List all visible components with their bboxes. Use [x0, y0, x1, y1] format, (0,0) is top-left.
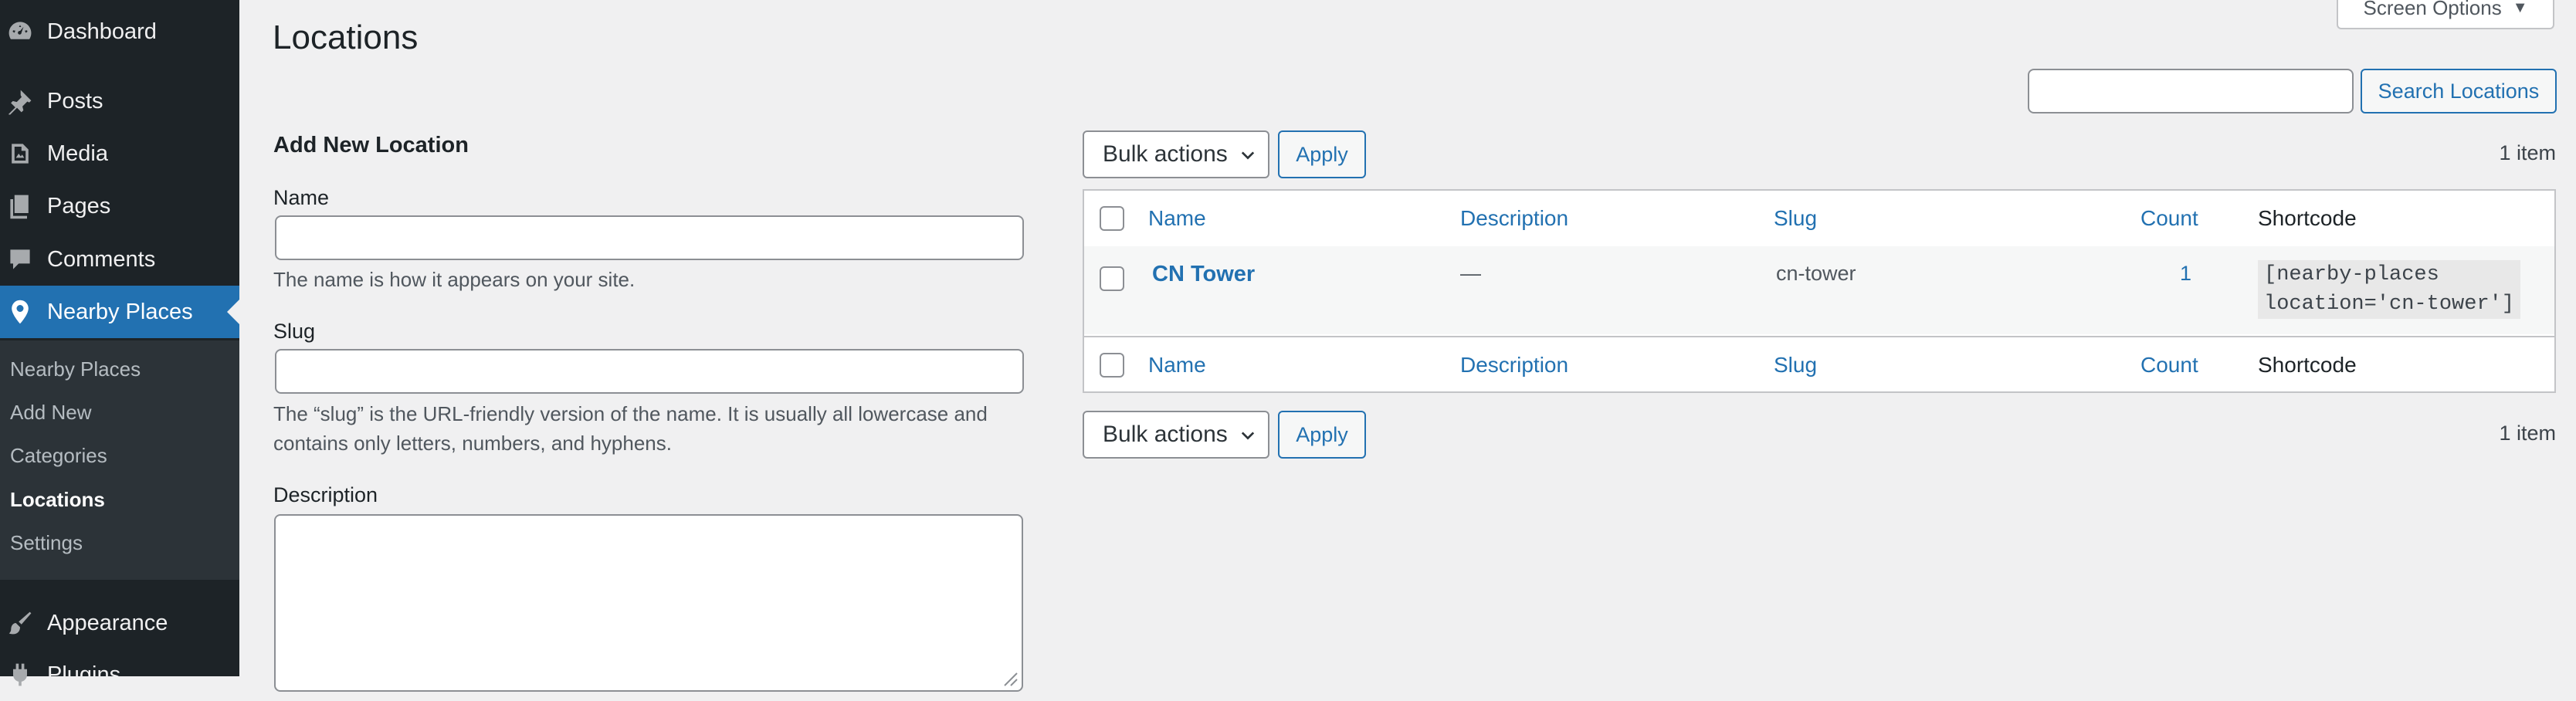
search-input[interactable] — [2028, 69, 2354, 113]
column-header-name[interactable]: Name — [1148, 206, 1206, 231]
location-slug: cn-tower — [1776, 262, 1856, 285]
table-row: CN Tower — cn-tower 1 [nearby-places loc… — [1084, 246, 2554, 334]
page-title: Locations — [273, 19, 419, 56]
slug-input[interactable] — [275, 349, 1024, 394]
submenu-item-categories[interactable]: Categories — [10, 444, 107, 468]
column-header-shortcode: Shortcode — [2258, 206, 2357, 230]
admin-sidebar: Dashboard Posts Media Pages Comments Nea… — [0, 0, 239, 687]
location-name-link[interactable]: CN Tower — [1152, 262, 1255, 287]
submenu-item-locations[interactable]: Locations — [10, 488, 105, 512]
menu-item-plugins[interactable]: Plugins — [0, 649, 239, 701]
menu-item-appearance[interactable]: Appearance — [0, 597, 239, 649]
column-footer-shortcode: Shortcode — [2258, 353, 2357, 377]
menu-item-pages[interactable]: Pages — [0, 180, 239, 232]
apply-button-bottom[interactable]: Apply — [1278, 411, 1366, 459]
menu-label-pages: Pages — [47, 193, 111, 218]
column-footer-name[interactable]: Name — [1148, 353, 1206, 378]
name-help-text: The name is how it appears on your site. — [273, 268, 636, 291]
column-header-count[interactable]: Count — [2140, 206, 2198, 231]
column-header-slug[interactable]: Slug — [1774, 206, 1817, 231]
submenu-item-nearby-places[interactable]: Nearby Places — [10, 357, 141, 381]
screen-options-button[interactable]: Screen Options ▼ — [2337, 0, 2554, 29]
bulk-actions-value-bottom: Bulk actions — [1103, 422, 1228, 447]
apply-button-top[interactable]: Apply — [1278, 130, 1366, 178]
menu-item-media[interactable]: Media — [0, 127, 239, 180]
slug-label: Slug — [273, 320, 316, 343]
column-footer-description[interactable]: Description — [1460, 353, 1568, 378]
description-textarea[interactable] — [274, 514, 1023, 692]
bulk-actions-select-top[interactable]: Bulk actions — [1083, 130, 1269, 178]
comment-icon — [6, 246, 34, 273]
menu-label-posts: Posts — [47, 88, 103, 113]
locations-table: Name Description Slug Count Shortcode CN… — [1083, 189, 2556, 393]
pages-icon — [6, 192, 34, 220]
menu-item-nearby-places[interactable]: Nearby Places — [0, 286, 239, 338]
menu-item-posts[interactable]: Posts — [0, 75, 239, 127]
name-input[interactable] — [275, 215, 1024, 260]
dashboard-icon — [6, 18, 34, 46]
pin-icon — [6, 87, 34, 115]
menu-label-comments: Comments — [47, 246, 156, 272]
submenu-item-settings[interactable]: Settings — [10, 531, 83, 555]
menu-item-comments[interactable]: Comments — [0, 233, 239, 286]
location-shortcode: [nearby-places location='cn-tower'] — [2258, 260, 2521, 319]
table-header-row: Name Description Slug Count Shortcode — [1084, 191, 2554, 248]
screen-options-label: Screen Options — [2363, 0, 2502, 19]
select-all-checkbox-footer[interactable] — [1100, 353, 1124, 378]
resize-handle-icon[interactable] — [1003, 672, 1019, 687]
bulk-actions-select-bottom[interactable]: Bulk actions — [1083, 411, 1269, 459]
menu-label-nearby-places: Nearby Places — [47, 299, 193, 324]
column-footer-slug[interactable]: Slug — [1774, 353, 1817, 378]
search-locations-button[interactable]: Search Locations — [2361, 69, 2557, 113]
row-checkbox[interactable] — [1100, 266, 1124, 291]
column-header-description[interactable]: Description — [1460, 206, 1568, 231]
chevron-down-icon — [1241, 432, 1255, 440]
description-label: Description — [273, 483, 378, 506]
menu-label-appearance: Appearance — [47, 610, 168, 635]
location-pin-icon — [6, 298, 34, 326]
submenu-item-add-new[interactable]: Add New — [10, 401, 92, 425]
select-all-checkbox[interactable] — [1100, 206, 1124, 231]
name-label: Name — [273, 186, 330, 209]
nearby-places-submenu: Nearby Places Add New Categories Locatio… — [0, 340, 239, 580]
add-new-heading: Add New Location — [273, 133, 469, 157]
caret-down-icon: ▼ — [2512, 0, 2528, 16]
menu-label-media: Media — [47, 141, 108, 166]
menu-item-dashboard[interactable]: Dashboard — [0, 5, 239, 58]
slug-help-text: The “slug” is the URL-friendly version o… — [273, 402, 988, 455]
location-description: — — [1460, 262, 1481, 285]
items-count-top: 1 item — [2499, 141, 2556, 164]
location-count-link[interactable]: 1 — [2180, 262, 2191, 286]
items-count-bottom: 1 item — [2499, 422, 2556, 445]
chevron-down-icon — [1241, 151, 1255, 160]
plugin-icon — [6, 661, 34, 689]
column-footer-count[interactable]: Count — [2140, 353, 2198, 378]
bulk-actions-value: Bulk actions — [1103, 141, 1228, 167]
paintbrush-icon — [6, 609, 34, 637]
menu-label-plugins: Plugins — [47, 662, 121, 687]
table-footer-row: Name Description Slug Count Shortcode — [1084, 336, 2554, 393]
media-icon — [6, 140, 34, 168]
menu-label-dashboard: Dashboard — [47, 19, 157, 44]
